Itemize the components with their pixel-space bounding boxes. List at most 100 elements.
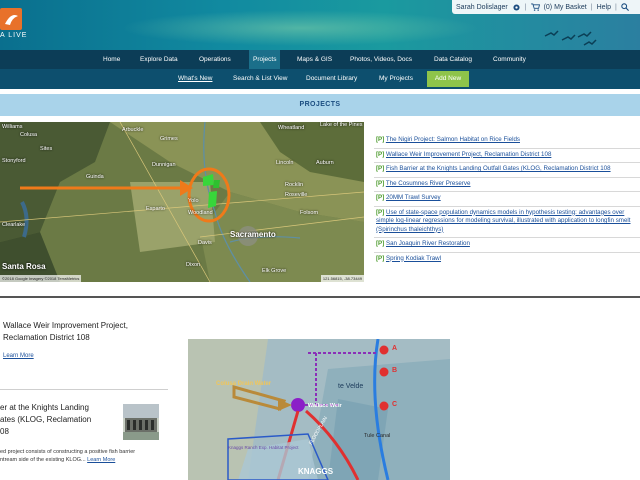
help-link[interactable]: Help [597,4,611,11]
project-link[interactable]: Use of state-space population dynamics m… [376,209,631,233]
basket-link[interactable]: (0) My Basket [544,4,587,11]
feature-title-line: Reclamation District 108 [3,333,90,342]
diagram-label-velde: te Velde [338,383,364,390]
separator: | [615,3,617,11]
nav-photos-videos-docs[interactable]: Photos, Videos, Docs [350,50,412,69]
project-tag: [P] [376,136,385,143]
feature-summary-line: ntream side of the existing KLOG... [0,457,86,463]
nav-operations[interactable]: Operations [199,50,231,69]
feature-title[interactable]: Wallace Weir Improvement Project, Reclam… [3,320,128,344]
feature-thumbnail[interactable] [123,404,159,440]
subnav-my-projects[interactable]: My Projects [379,69,413,89]
map-label-guinda: Guinda [86,174,104,180]
project-list-item: [P] 20MM Trawl Survey [374,192,640,207]
add-new-button[interactable]: Add New [427,71,469,87]
nav-projects[interactable]: Projects [249,50,281,69]
cart-icon[interactable] [530,3,540,11]
project-tag: [P] [376,194,385,201]
learn-more-link[interactable]: Learn More [3,353,34,359]
diagram-artwork [188,339,450,480]
learn-more-link[interactable]: Learn More [87,457,115,463]
map-label-lincoln: Lincoln [276,160,294,166]
map-label-grimes: Grimes [160,136,178,142]
separator: | [524,3,527,11]
feature-summary: ed project consists of constructing a po… [0,448,135,464]
main-navigation: Home Explore Data Operations Projects Ma… [0,50,640,69]
project-list: [P] The Nigiri Project: Salmon Habitat o… [374,134,640,266]
feature-divider [0,389,168,390]
map-attribution: ©2018 Google Imagery ©2018 TerraMetrics [0,275,82,282]
map-label-yolo: Yolo [188,198,199,204]
project-link[interactable]: San Joaquin River Restoration [386,240,470,247]
diagram-label-knaggs: KNAGGS [298,467,334,476]
project-link[interactable]: Wallace Weir Improvement Project, Reclam… [386,151,551,158]
project-tag: [P] [376,254,385,262]
diagram-label-a: A [392,345,398,352]
feature-title-line: Wallace Weir Improvement Project, [3,321,128,330]
separator: | [590,3,593,11]
diagram-label-bypass: Knaggs Ranch Exp. Habitat Project [228,445,299,450]
map-label-woodland: Woodland [188,210,213,216]
banner-background-art [120,10,480,46]
site-banner: A LIVE Sarah Dolislager | (0) My Basket … [0,0,640,50]
nav-community[interactable]: Community [493,50,526,69]
project-list-item: [P] Fish Barrier at the Knights Landing … [374,163,640,178]
project-list-item: [P] Spring Kodiak Trawl [374,253,640,267]
map-label-colusa: Colusa [20,132,38,138]
project-link[interactable]: 20MM Trawl Survey [386,194,441,201]
map-label-wheatland: Wheatland [278,125,305,131]
map-label-roseville: Roseville [285,192,308,198]
map-label-davis: Davis [198,240,212,246]
project-list-item: [P] San Joaquin River Restoration [374,238,640,253]
project-list-item: [P] The Nigiri Project: Salmon Habitat o… [374,134,640,149]
project-tag: [P] [376,240,385,247]
project-link[interactable]: The Cosumnes River Preserve [386,180,471,187]
nav-maps-gis[interactable]: Maps & GIS [297,50,332,69]
map-coordinates: 121.56815, -38.73449 [320,275,364,282]
gear-icon[interactable] [512,3,521,12]
project-list-item: [P] The Cosumnes River Preserve [374,178,640,192]
nav-home[interactable]: Home [103,50,120,69]
site-logo-text: A LIVE [0,32,28,39]
diagram-label-drain: Colusa Drain Water [216,381,272,387]
subnav-whats-new[interactable]: What's New [178,69,212,89]
birds-decoration-icon [544,30,597,46]
search-icon[interactable] [621,3,629,11]
map-label-rocklin: Rocklin [285,182,304,188]
project-list-item: [P] Wallace Weir Improvement Project, Re… [374,149,640,163]
feature-title[interactable]: er at the Knights Landing ates (KLOG, Re… [0,402,91,438]
map-terrain [0,122,364,282]
map-label-esparto: Esparto [146,206,165,212]
project-tag: [P] [376,165,385,172]
project-link[interactable]: Spring Kodiak Trawl [386,255,441,262]
map-label-santa-rosa: Santa Rosa [2,262,46,271]
nav-data-catalog[interactable]: Data Catalog [434,50,472,69]
map-label-stonyford: Stonyford [2,158,26,164]
project-tag: [P] [376,208,385,216]
feature-summary-line: ed project consists of constructing a po… [0,449,136,455]
sub-navigation: What's New Search & List View Document L… [0,69,640,89]
project-diagram-image[interactable]: Colusa Drain Water Wallace Weir te Velde… [188,339,450,480]
feature-title-line: ates (KLOG, Reclamation [0,415,92,424]
map-label-dixon: Dixon [186,262,201,268]
project-link[interactable]: The Nigiri Project: Salmon Habitat on Ri… [386,136,520,143]
map-label-folsom: Folsom [300,210,319,216]
diagram-label-tule: Tule Canal [364,433,391,439]
subnav-search-list-view[interactable]: Search & List View [233,69,287,89]
projects-map[interactable]: Williams Arbuckle Colusa Grimes Wheatlan… [0,122,364,282]
diagram-label-weir: Wallace Weir [308,403,342,409]
page: A LIVE Sarah Dolislager | (0) My Basket … [0,0,640,480]
project-link[interactable]: Fish Barrier at the Knights Landing Outf… [386,165,611,172]
map-label-sacramento: Sacramento [230,230,276,239]
project-tag: [P] [376,179,385,187]
map-label-arbuckle: Arbuckle [122,127,144,133]
map-label-williams: Williams [2,124,23,130]
user-name-link[interactable]: Sarah Dolislager [456,4,508,11]
diagram-label-b: B [392,367,398,374]
feature-title-line: 08 [0,427,9,436]
subnav-document-library[interactable]: Document Library [306,69,357,89]
map-label-lake-of-the-pines: Lake of the Pines [320,122,363,128]
project-list-item: [P] Use of state-space population dynami… [374,207,640,238]
nav-explore-data[interactable]: Explore Data [140,50,178,69]
feature-title-line: er at the Knights Landing [0,403,89,412]
